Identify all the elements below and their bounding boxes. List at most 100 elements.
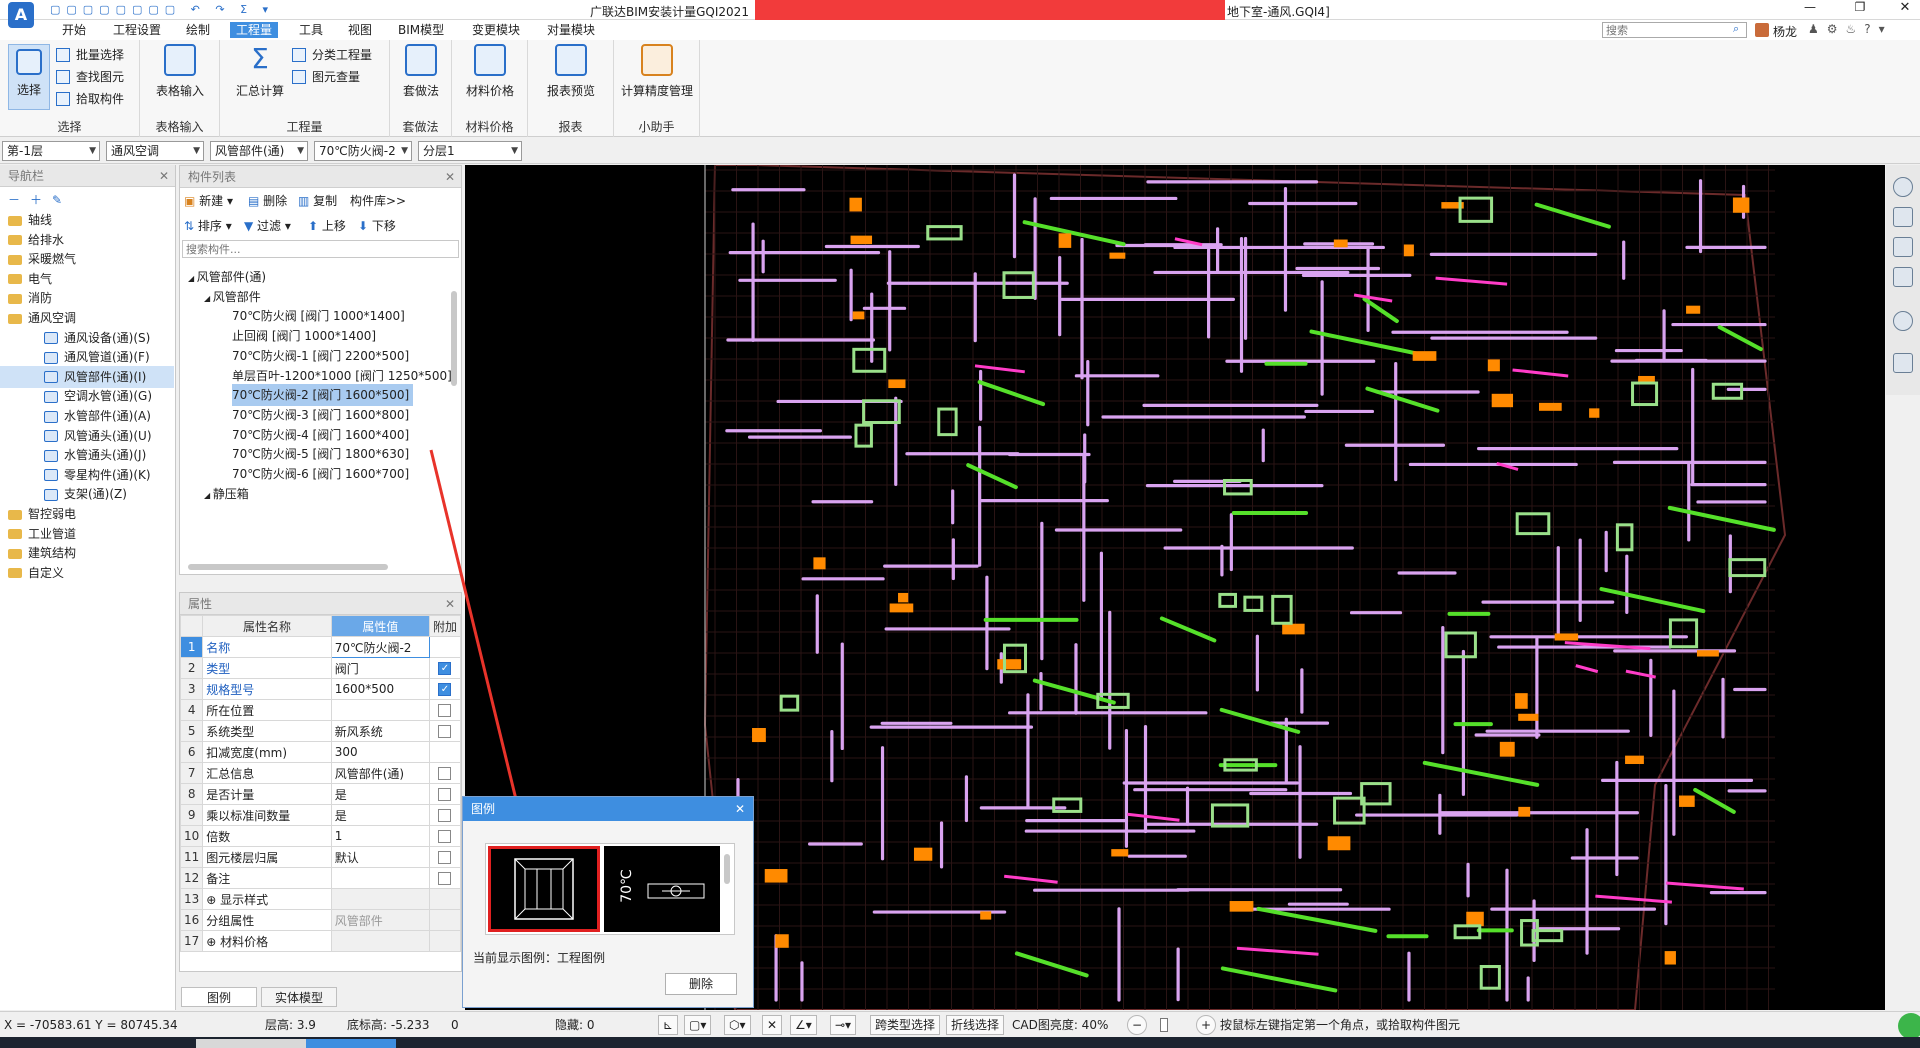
- snap-mode-button[interactable]: ⊾: [658, 1015, 679, 1035]
- property-row[interactable]: 13 ⊕ 显示样式: [179, 888, 462, 910]
- tree-item[interactable]: 单层百叶-1200*1000 [阀门 1250*500]: [232, 365, 452, 387]
- delete-component-button[interactable]: ▤ 删除: [248, 191, 287, 211]
- property-row[interactable]: 7 汇总信息 风管部件(通): [179, 762, 462, 784]
- layer-select[interactable]: 分层1 ▼: [418, 141, 522, 161]
- quick-access-toolbar[interactable]: ▢▢▢▢▢▢▢▢ ↶ ↷ Σ ▾: [50, 3, 330, 17]
- legend-symbol-selected[interactable]: [488, 846, 600, 932]
- front-view-icon[interactable]: [1893, 237, 1913, 257]
- nav-toolbar[interactable]: －＋✎: [8, 191, 72, 208]
- tree-item[interactable]: 70℃防火阀 [阀门 1000*1400]: [232, 305, 405, 327]
- component-library-button[interactable]: 构件库>>: [350, 191, 406, 211]
- close-icon[interactable]: ✕: [159, 165, 169, 187]
- close-icon[interactable]: ✕: [445, 166, 455, 188]
- property-value[interactable]: 300: [330, 741, 430, 763]
- select-button[interactable]: 选择: [8, 44, 50, 110]
- property-value[interactable]: 是: [330, 783, 430, 805]
- rotate-icon[interactable]: [1893, 311, 1913, 331]
- expand-triangle-icon[interactable]: ◢: [204, 294, 213, 303]
- tree-item[interactable]: ◢ 风管部件: [204, 286, 261, 308]
- offset-mode-button[interactable]: ⊸▾: [830, 1015, 857, 1035]
- menu-bim-model[interactable]: BIM模型: [392, 22, 450, 38]
- menu-draw[interactable]: 绘制: [180, 22, 216, 38]
- nav-item[interactable]: 自定义: [0, 562, 174, 584]
- move-down-button[interactable]: ⬇ 下移: [358, 216, 396, 236]
- angle-mode-button[interactable]: ∠▾: [790, 1015, 817, 1035]
- property-row[interactable]: 2 类型 阀门 ✓: [179, 657, 462, 679]
- menu-view[interactable]: 视图: [342, 22, 378, 38]
- property-extra-cell[interactable]: [428, 846, 462, 868]
- tree-item[interactable]: 70℃防火阀-6 [阀门 1600*700]: [232, 463, 409, 485]
- property-row[interactable]: 3 规格型号 1600*500 ✓: [179, 678, 462, 700]
- new-component-button[interactable]: ▣ 新建 ▾: [184, 191, 233, 211]
- taskbar-item[interactable]: [196, 1039, 306, 1048]
- property-value[interactable]: 新风系统: [330, 720, 430, 742]
- polyline-select-button[interactable]: 折线选择: [946, 1015, 1005, 1035]
- legend-symbol-alt[interactable]: 70℃: [604, 846, 720, 932]
- precision-management-button[interactable]: 计算精度管理: [614, 44, 700, 99]
- pick-component-button[interactable]: 拾取构件: [56, 90, 124, 108]
- menu-change-module[interactable]: 变更模块: [466, 22, 526, 38]
- tree-item[interactable]: 70℃防火阀-4 [阀门 1600*400]: [232, 424, 409, 446]
- brightness-plus-button[interactable]: +: [1196, 1015, 1216, 1035]
- header-tool-icons[interactable]: ♟⚙♨?▾: [1808, 22, 1893, 36]
- report-preview-button[interactable]: 报表预览: [538, 44, 604, 99]
- menu-start[interactable]: 开始: [56, 22, 92, 38]
- extra-checkbox[interactable]: [438, 851, 452, 864]
- property-row[interactable]: 12 备注: [179, 867, 462, 889]
- property-value[interactable]: 1600*500: [330, 678, 430, 700]
- discipline-select[interactable]: 通风空调 ▼: [106, 141, 204, 161]
- tree-item[interactable]: 70℃防火阀-2 [阀门 1600*500]: [232, 384, 414, 407]
- property-value[interactable]: 是: [330, 804, 430, 826]
- property-row[interactable]: 10 倍数 1: [179, 825, 462, 847]
- batch-select-button[interactable]: 批量选择: [56, 46, 124, 64]
- iso-view-icon[interactable]: [1893, 267, 1913, 287]
- table-input-button[interactable]: 表格输入: [150, 44, 210, 99]
- tree-item[interactable]: 70℃防火阀-5 [阀门 1800*630]: [232, 443, 409, 465]
- property-row[interactable]: 5 系统类型 新风系统: [179, 720, 462, 742]
- tree-item[interactable]: ◢ 静压箱: [204, 483, 249, 505]
- vertical-scrollbar[interactable]: [451, 291, 457, 386]
- tab-legend[interactable]: 图例: [181, 987, 257, 1007]
- close-button[interactable]: ✕: [1890, 0, 1920, 18]
- apply-method-button[interactable]: 套做法: [396, 44, 446, 99]
- property-value[interactable]: 风管部件: [330, 909, 430, 931]
- property-row[interactable]: 16 分组属性 风管部件: [179, 909, 462, 931]
- tab-solid-model[interactable]: 实体模型: [261, 987, 337, 1007]
- sort-button[interactable]: ⇅ 排序 ▾: [184, 216, 232, 236]
- move-up-button[interactable]: ⬆ 上移: [308, 216, 346, 236]
- tree-item[interactable]: ◢ 风管部件(通): [188, 266, 266, 288]
- property-row[interactable]: 8 是否计量是: [179, 783, 462, 805]
- close-icon[interactable]: ✕: [735, 797, 745, 821]
- brightness-minus-button[interactable]: −: [1127, 1015, 1147, 1035]
- property-value[interactable]: [330, 867, 430, 889]
- property-extra-cell[interactable]: [428, 867, 462, 889]
- type-select[interactable]: 风管部件(通) ▼: [210, 141, 308, 161]
- property-row[interactable]: 17 ⊕ 材料价格: [179, 930, 462, 952]
- copy-component-button[interactable]: ▥ 复制: [298, 191, 337, 211]
- component-search-input[interactable]: [182, 240, 459, 258]
- expand-triangle-icon[interactable]: ◢: [188, 274, 197, 283]
- property-row[interactable]: 4 所在位置: [179, 699, 462, 721]
- layer-panel-icon[interactable]: [1893, 353, 1913, 373]
- property-value[interactable]: 默认: [330, 846, 430, 868]
- property-row[interactable]: 6 扣减宽度(mm) 300: [179, 741, 462, 763]
- property-value[interactable]: [330, 699, 430, 721]
- floor-select[interactable]: 第-1层 ▼: [2, 141, 100, 161]
- property-value[interactable]: 1: [330, 825, 430, 847]
- property-row[interactable]: 9 乘以标准间数量是: [179, 804, 462, 826]
- brightness-slider[interactable]: [1160, 1018, 1168, 1032]
- user-name[interactable]: 杨龙: [1773, 23, 1797, 40]
- delete-legend-button[interactable]: 删除: [665, 973, 737, 995]
- component-select[interactable]: 70℃防火阀-2 ▼: [314, 141, 412, 161]
- taskbar-item-active[interactable]: [306, 1039, 396, 1048]
- legend-scrollbar[interactable]: [724, 854, 730, 884]
- property-value[interactable]: 阀门: [330, 657, 430, 679]
- cross-type-select-button[interactable]: 跨类型选择: [870, 1015, 941, 1035]
- tree-item[interactable]: 70℃防火阀-3 [阀门 1600*800]: [232, 404, 409, 426]
- tree-item[interactable]: 70℃防火阀-1 [阀门 2200*500]: [232, 345, 409, 367]
- menu-project-settings[interactable]: 工程设置: [107, 22, 167, 38]
- view-mode-button[interactable]: ⬡▾: [724, 1015, 751, 1035]
- property-value[interactable]: 70℃防火阀-2: [330, 636, 430, 658]
- extra-checkbox[interactable]: [438, 872, 452, 885]
- menu-quantity[interactable]: 工程量: [230, 22, 279, 38]
